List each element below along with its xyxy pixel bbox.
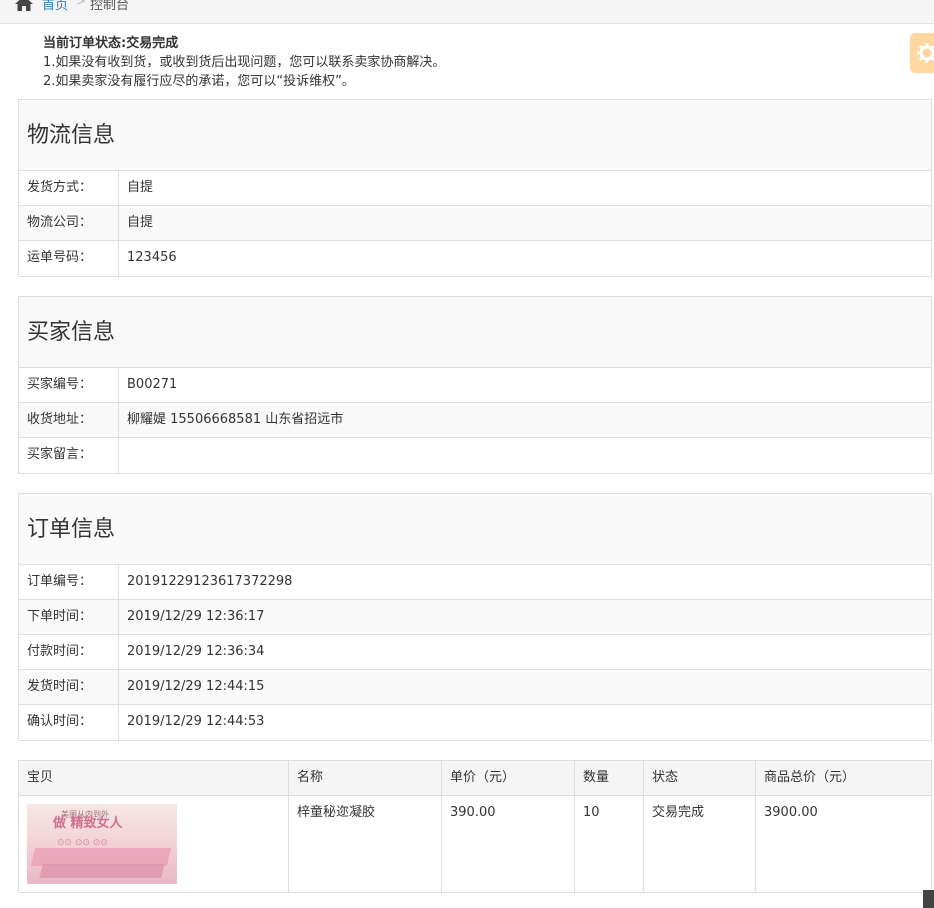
home-icon[interactable]: [14, 0, 34, 13]
product-qty: 10: [574, 795, 644, 893]
info-row: 付款时间： 2019/12/29 12:36:34: [19, 635, 931, 670]
settings-button[interactable]: [910, 33, 934, 73]
product-box-shape: [39, 864, 165, 878]
breadcrumb-separator: >: [76, 0, 87, 8]
info-row: 发货时间： 2019/12/29 12:44:15: [19, 670, 931, 705]
info-row: 运单号码： 123456: [19, 241, 931, 276]
order-title: 订单信息: [19, 494, 931, 565]
goods-table: 宝贝 名称 单价（元） 数量 状态 商品总价（元） 美丽从内到外 做 精致女人 …: [18, 760, 932, 893]
info-value: 123456: [127, 250, 177, 265]
product-status: 交易完成: [643, 795, 756, 893]
col-header-status: 状态: [643, 760, 756, 796]
product-name: 梓童秘迩凝胶: [288, 795, 442, 893]
info-label: 买家留言：: [19, 438, 119, 473]
table-header-row: 宝贝 名称 单价（元） 数量 状态 商品总价（元）: [18, 760, 932, 796]
info-label: 下单时间：: [19, 600, 119, 634]
scroll-to-top-button[interactable]: [923, 890, 934, 908]
breadcrumb: 首页 > 控制台: [0, 0, 934, 24]
info-row: 发货方式： 自提: [19, 171, 931, 206]
info-value: 2019/12/29 12:36:34: [127, 644, 265, 659]
buyer-panel: 买家信息 买家编号： B00271 收货地址： 柳耀媞 15506668581 …: [18, 296, 932, 474]
order-notice: 当前订单状态:交易完成 1.如果没有收到货，或收到货后出现问题，您可以联系卖家协…: [43, 34, 445, 91]
col-header-item: 宝贝: [18, 760, 289, 796]
logistics-panel: 物流信息 发货方式： 自提 物流公司： 自提 运单号码： 123456: [18, 99, 932, 277]
notice-line-2: 2.如果卖家没有履行应尽的承诺，您可以“投诉维权”。: [43, 74, 355, 89]
info-label: 确认时间：: [19, 705, 119, 740]
product-image[interactable]: 美丽从内到外 做 精致女人 ⊙⊙ ⊙⊙ ⊙⊙: [27, 804, 177, 884]
info-row: 下单时间： 2019/12/29 12:36:17: [19, 600, 931, 635]
col-header-total: 商品总价（元）: [755, 760, 932, 796]
order-status-text: 当前订单状态:交易完成: [43, 36, 179, 51]
info-label: 发货方式：: [19, 171, 119, 205]
info-value: 柳耀媞 15506668581 山东省招远市: [127, 412, 344, 427]
info-label: 发货时间：: [19, 670, 119, 704]
buyer-title: 买家信息: [19, 297, 931, 368]
info-label: 运单号码：: [19, 241, 119, 276]
table-row: 美丽从内到外 做 精致女人 ⊙⊙ ⊙⊙ ⊙⊙ 梓童秘迩凝胶 390.00 10 …: [18, 795, 932, 893]
breadcrumb-current: 控制台: [90, 0, 130, 13]
logistics-title: 物流信息: [19, 100, 931, 171]
info-label: 买家编号：: [19, 368, 119, 402]
product-price: 390.00: [441, 795, 575, 893]
info-row: 订单编号： 20191229123617372298: [19, 565, 931, 600]
info-row: 买家留言：: [19, 438, 931, 473]
info-row: 确认时间： 2019/12/29 12:44:53: [19, 705, 931, 740]
info-value: B00271: [127, 377, 178, 392]
info-label: 订单编号：: [19, 565, 119, 599]
col-header-name: 名称: [288, 760, 442, 796]
order-panel: 订单信息 订单编号： 20191229123617372298 下单时间： 20…: [18, 493, 932, 741]
info-value: 20191229123617372298: [127, 574, 293, 589]
col-header-price: 单价（元）: [441, 760, 575, 796]
info-value: 2019/12/29 12:44:53: [127, 714, 265, 729]
info-row: 收货地址： 柳耀媞 15506668581 山东省招远市: [19, 403, 931, 438]
col-header-qty: 数量: [574, 760, 644, 796]
product-image-headline: 做 精致女人: [53, 816, 123, 831]
breadcrumb-home-link[interactable]: 首页: [42, 0, 68, 13]
info-label: 收货地址：: [19, 403, 119, 437]
info-row: 买家编号： B00271: [19, 368, 931, 403]
info-label: 付款时间：: [19, 635, 119, 669]
notice-line-1: 1.如果没有收到货，或收到货后出现问题，您可以联系卖家协商解决。: [43, 55, 446, 70]
product-total: 3900.00: [755, 795, 932, 893]
info-value: 2019/12/29 12:44:15: [127, 679, 265, 694]
product-image-cell: 美丽从内到外 做 精致女人 ⊙⊙ ⊙⊙ ⊙⊙: [18, 795, 289, 893]
info-value: 自提: [127, 180, 154, 195]
info-label: 物流公司：: [19, 206, 119, 240]
gear-icon: [917, 43, 934, 63]
info-row: 物流公司： 自提: [19, 206, 931, 241]
info-value: 2019/12/29 12:36:17: [127, 609, 265, 624]
info-value: 自提: [127, 215, 154, 230]
